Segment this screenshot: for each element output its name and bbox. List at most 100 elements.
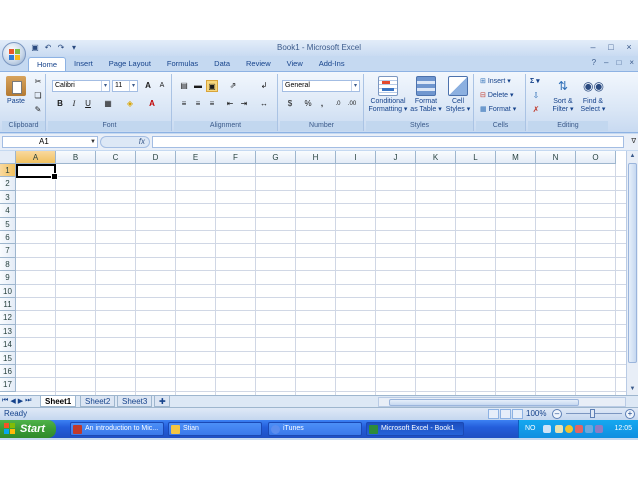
office-button[interactable] bbox=[2, 42, 26, 66]
row-header[interactable]: 3 bbox=[0, 190, 16, 205]
taskbar-item-itunes[interactable]: iTunes bbox=[268, 422, 362, 436]
row-header[interactable]: 12 bbox=[0, 311, 16, 325]
language-indicator[interactable]: NO bbox=[525, 420, 536, 438]
zoom-level[interactable]: 100% bbox=[526, 408, 546, 420]
row-header[interactable]: 16 bbox=[0, 365, 16, 379]
column-header[interactable]: L bbox=[456, 151, 496, 164]
workbook-restore-icon[interactable]: □ bbox=[616, 58, 621, 67]
underline-button[interactable]: U bbox=[82, 98, 94, 110]
fill-color-icon[interactable]: ◈ bbox=[124, 98, 136, 110]
cut-icon[interactable]: ✂ bbox=[32, 76, 44, 88]
fill-icon[interactable]: ⇩ bbox=[530, 90, 542, 102]
align-top-icon[interactable]: ▤ bbox=[178, 80, 190, 92]
increase-decimal-icon[interactable]: .0 bbox=[332, 98, 344, 110]
merge-center-icon[interactable]: ↔ bbox=[258, 98, 270, 110]
select-all-button[interactable] bbox=[0, 151, 16, 164]
minimize-icon[interactable]: – bbox=[588, 42, 598, 52]
currency-button[interactable]: $ bbox=[284, 98, 296, 110]
next-sheet-icon[interactable]: ▶ bbox=[18, 397, 23, 405]
active-cell[interactable] bbox=[16, 164, 58, 180]
scroll-down-icon[interactable]: ▼ bbox=[627, 384, 638, 395]
clear-icon[interactable]: ✗ bbox=[530, 104, 542, 116]
percent-button[interactable]: % bbox=[302, 98, 314, 110]
row-header[interactable]: 8 bbox=[0, 257, 16, 272]
volume-tray-icon[interactable] bbox=[585, 425, 593, 433]
align-center-icon[interactable]: ≡ bbox=[192, 98, 204, 110]
row-header[interactable]: 6 bbox=[0, 231, 16, 245]
sheet-tab-3[interactable]: Sheet3 bbox=[117, 396, 153, 407]
insert-cells-button[interactable]: ⊞ Insert ▾ bbox=[480, 76, 511, 88]
paste-button[interactable]: Paste bbox=[4, 76, 28, 106]
format-as-table-button[interactable]: Format as Table ▾ bbox=[410, 76, 442, 114]
column-header[interactable]: G bbox=[256, 151, 296, 164]
find-select-button[interactable]: ◉◉ Find & Select ▾ bbox=[578, 76, 608, 114]
prev-sheet-icon[interactable]: ◀ bbox=[10, 397, 15, 405]
sheet-tab-2[interactable]: Sheet2 bbox=[80, 396, 116, 407]
row-header[interactable]: 13 bbox=[0, 324, 16, 339]
row-header[interactable]: 7 bbox=[0, 244, 16, 258]
zoom-in-icon[interactable]: + bbox=[625, 409, 635, 419]
taskbar-item-presentation[interactable]: An introduction to Mic... bbox=[70, 422, 164, 436]
font-family-select[interactable]: Calibri ▾ bbox=[52, 80, 110, 92]
format-cells-button[interactable]: ▦ Format ▾ bbox=[480, 104, 516, 116]
grow-font-button[interactable]: A bbox=[142, 80, 154, 92]
maximize-icon[interactable]: □ bbox=[606, 42, 616, 52]
decrease-indent-icon[interactable]: ⇤ bbox=[224, 98, 236, 110]
scroll-up-icon[interactable]: ▲ bbox=[627, 151, 638, 162]
column-header[interactable]: D bbox=[136, 151, 176, 164]
page-break-view-icon[interactable] bbox=[512, 409, 523, 419]
vertical-scroll-thumb[interactable] bbox=[628, 163, 637, 363]
notification-tray-icon[interactable] bbox=[565, 425, 573, 433]
bold-button[interactable]: B bbox=[54, 98, 66, 110]
column-header[interactable]: C bbox=[96, 151, 136, 164]
name-box[interactable]: A1 ▼ bbox=[2, 136, 98, 148]
row-header[interactable]: 2 bbox=[0, 177, 16, 191]
cell-styles-button[interactable]: Cell Styles ▾ bbox=[444, 76, 472, 114]
column-header[interactable]: J bbox=[376, 151, 416, 164]
number-format-select[interactable]: General ▾ bbox=[282, 80, 360, 92]
increase-indent-icon[interactable]: ⇥ bbox=[238, 98, 250, 110]
tab-formulas[interactable]: Formulas bbox=[159, 57, 206, 71]
shrink-font-button[interactable]: A bbox=[156, 80, 168, 92]
column-header[interactable]: E bbox=[176, 151, 216, 164]
sheet-tab-1[interactable]: Sheet1 bbox=[40, 396, 77, 407]
expand-formula-bar-icon[interactable]: ∇ bbox=[631, 137, 636, 145]
conditional-formatting-button[interactable]: Conditional Formatting ▾ bbox=[368, 76, 408, 114]
column-header[interactable]: N bbox=[536, 151, 576, 164]
tab-insert[interactable]: Insert bbox=[66, 57, 101, 71]
row-header[interactable]: 14 bbox=[0, 338, 16, 352]
network-tray-icon[interactable] bbox=[555, 425, 563, 433]
messenger-tray-icon[interactable] bbox=[595, 425, 603, 433]
copy-icon[interactable]: ❏ bbox=[32, 90, 44, 102]
tab-page-layout[interactable]: Page Layout bbox=[101, 57, 159, 71]
start-button[interactable]: Start bbox=[0, 420, 56, 438]
column-header[interactable]: B bbox=[56, 151, 96, 164]
orientation-icon[interactable]: ⇗ bbox=[224, 80, 242, 92]
decrease-decimal-icon[interactable]: .00 bbox=[346, 98, 358, 110]
column-header[interactable]: H bbox=[296, 151, 336, 164]
security-tray-icon[interactable] bbox=[575, 425, 583, 433]
close-icon[interactable]: × bbox=[624, 42, 634, 52]
wrap-text-icon[interactable]: ↲ bbox=[258, 80, 270, 92]
worksheet-grid[interactable]: A B C D E F G H I J K L M N O 1 2 3 4 5 6 7 8 9 10 11 12 13 14 15 16 17 bbox=[0, 151, 626, 395]
normal-view-icon[interactable] bbox=[488, 409, 499, 419]
column-header[interactable]: K bbox=[416, 151, 456, 164]
column-header[interactable]: F bbox=[216, 151, 256, 164]
row-header[interactable]: 11 bbox=[0, 298, 16, 312]
row-header[interactable]: 10 bbox=[0, 284, 16, 298]
horizontal-scroll-thumb[interactable] bbox=[389, 399, 579, 406]
column-header[interactable]: I bbox=[336, 151, 376, 164]
column-header[interactable]: A bbox=[16, 151, 56, 164]
taskbar-item-excel[interactable]: Microsoft Excel - Book1 bbox=[366, 422, 464, 436]
taskbar-item-stian[interactable]: Stian bbox=[168, 422, 262, 436]
page-layout-view-icon[interactable] bbox=[500, 409, 511, 419]
horizontal-scrollbar[interactable] bbox=[378, 397, 626, 407]
tab-data[interactable]: Data bbox=[206, 57, 238, 71]
tab-add-ins[interactable]: Add-Ins bbox=[311, 57, 353, 71]
font-color-icon[interactable]: A bbox=[146, 98, 158, 110]
zoom-slider-knob[interactable] bbox=[590, 409, 595, 418]
comma-button[interactable]: , bbox=[316, 98, 328, 110]
row-header[interactable]: 5 bbox=[0, 217, 16, 231]
help-tray-icon[interactable] bbox=[543, 425, 551, 433]
help-icon[interactable]: ? bbox=[592, 58, 596, 67]
